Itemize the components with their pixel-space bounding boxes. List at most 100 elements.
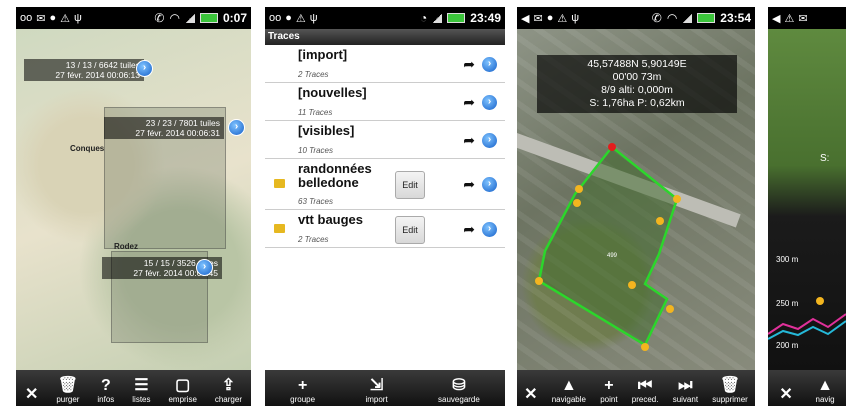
app-icon: ● (546, 12, 554, 24)
map-label-conques: Conques (70, 144, 105, 153)
plus-icon: + (297, 377, 308, 394)
mail-icon: ✉ (798, 12, 808, 25)
tile-info: 23 / 23 / 7801 tuiles 27 févr. 2014 00:0… (104, 117, 224, 139)
share-icon[interactable]: ➦ (463, 56, 475, 73)
surface-perimeter: S: 1,76ha P: 0,62km (589, 97, 685, 109)
extent-button[interactable]: ▢ emprise (168, 377, 196, 406)
status-bar: ◀ ⚠ ✉ (768, 7, 846, 29)
close-button[interactable]: ✕ (25, 386, 38, 406)
share-icon[interactable]: ➦ (463, 94, 475, 111)
wifi-icon: ◠ (169, 11, 180, 25)
share-icon[interactable]: ➦ (463, 176, 475, 193)
time-altitude: 00'00 73m (612, 71, 662, 83)
close-icon: ✕ (24, 386, 39, 403)
load-button[interactable]: ⇪ charger (215, 377, 242, 406)
folder-icon (274, 179, 285, 188)
screen-traces-list: oo ● ⚠ ψ ◔ 23:49 Traces [import] 2 Trace… (265, 7, 505, 406)
tile-detail-button[interactable]: › (136, 60, 153, 77)
vertex[interactable] (673, 195, 681, 203)
delete-button[interactable]: 🗑 supprimer (712, 377, 748, 406)
vertex[interactable] (535, 277, 543, 285)
measure-info-box: 45,57488N 5,90149E 00'00 73m 8/9 alti: 0… (537, 55, 737, 113)
add-group-button[interactable]: + groupe (290, 377, 315, 406)
screen-tile-cache: oo ✉ ● ⚠ ψ ✆ ◠ 0:07 Conques Rodez 13 / 1… (16, 7, 251, 406)
open-icon[interactable]: › (481, 220, 498, 238)
list-item[interactable]: randonnées belledone 63 Traces Edit ➦ › (265, 159, 505, 210)
alert-icon: ⚠ (784, 12, 795, 25)
open-icon[interactable]: › (481, 93, 498, 111)
add-point-button[interactable]: + point (600, 377, 617, 406)
save-icon: ⛁ (452, 377, 466, 394)
back-icon: ◀ (521, 12, 530, 25)
phone-icon: ✆ (651, 11, 662, 25)
trash-icon: 🗑 (719, 377, 741, 394)
signal-icon (432, 13, 443, 23)
close-button[interactable]: ✕ (779, 386, 792, 406)
trash-icon: 🗑 (57, 377, 79, 394)
screen-area-measure: ◀ ✉ ● ⚠ ψ ✆ ◠ 23:54 499 45,57488N 5,9014… (517, 7, 755, 406)
lists-button[interactable]: ☰ listes (132, 377, 150, 406)
status-clock: 23:54 (720, 11, 751, 25)
edit-button[interactable]: Edit (395, 171, 425, 199)
help-icon: ? (100, 377, 111, 394)
profile-view[interactable]: S: 300 m 250 m 200 m (768, 29, 846, 370)
bottom-toolbar: ✕ ▲ navig (768, 370, 846, 406)
previous-button[interactable]: ⏮ preced. (632, 377, 659, 406)
navigable-button[interactable]: ▲ navig (816, 377, 835, 406)
warning-icon: ⚠ (60, 12, 70, 25)
list-item[interactable]: vtt bauges 2 Traces Edit ➦ › (265, 210, 505, 248)
arrow-up-icon: ▲ (560, 377, 577, 394)
vertex[interactable] (816, 297, 824, 305)
vertex[interactable] (573, 199, 581, 207)
battery-icon (199, 13, 218, 23)
open-icon[interactable]: › (481, 176, 498, 193)
satellite-map-view[interactable]: 499 45,57488N 5,90149E 00'00 73m 8/9 alt… (517, 29, 755, 370)
vertex[interactable] (666, 305, 674, 313)
vertex-selected[interactable] (608, 143, 616, 151)
voicemail-icon: oo (20, 12, 33, 24)
save-button[interactable]: ⛁ sauvegarde (438, 377, 480, 406)
usb-icon: ψ (74, 12, 82, 24)
navigable-button[interactable]: ▲ navigable (552, 377, 586, 406)
usb-icon: ψ (309, 12, 318, 24)
list-icon: ☰ (134, 377, 149, 394)
elevation-graph (768, 297, 846, 340)
usb-icon: ψ (571, 12, 580, 24)
app-icon: ● (49, 12, 57, 24)
vertex[interactable] (641, 343, 649, 351)
mail-icon: ✉ (533, 12, 543, 25)
share-icon[interactable]: ➦ (463, 132, 475, 149)
status-bar: oo ● ⚠ ψ ◔ 23:49 (265, 7, 505, 29)
map-view[interactable]: Conques Rodez 13 / 13 / 6642 tuiles 27 f… (16, 29, 251, 370)
edit-button[interactable]: Edit (395, 215, 425, 244)
list-item[interactable]: [nouvelles] 11 Traces ➦ › (265, 83, 505, 121)
signal-icon (184, 13, 195, 23)
purge-button[interactable]: 🗑 purger (56, 377, 79, 406)
open-icon[interactable]: › (481, 131, 498, 149)
info-button[interactable]: ? infos (97, 377, 114, 406)
vertex[interactable] (628, 281, 636, 289)
battery-icon (447, 13, 466, 23)
frame-icon: ▢ (175, 377, 191, 394)
wifi-icon: ◠ (666, 11, 678, 25)
tile-info: 13 / 13 / 6642 tuiles 27 févr. 2014 00:0… (24, 59, 144, 81)
next-button[interactable]: ⏭ suivant (673, 377, 698, 406)
polygon-shape (537, 145, 679, 347)
vertex[interactable] (656, 217, 664, 225)
list-item[interactable]: [visibles] 10 Traces ➦ › (265, 121, 505, 159)
plus-icon: + (604, 377, 614, 394)
close-button[interactable]: ✕ (524, 386, 537, 406)
signal-icon (682, 13, 693, 23)
import-button[interactable]: ⇲ import (365, 377, 387, 406)
coordinates: 45,57488N 5,90149E (587, 58, 687, 70)
status-clock: 23:49 (470, 11, 501, 25)
back-icon: ◀ (772, 12, 781, 25)
share-icon[interactable]: ➦ (463, 221, 475, 238)
vertex[interactable] (575, 185, 583, 193)
open-icon[interactable]: › (481, 55, 498, 73)
list-item[interactable]: [import] 2 Traces ➦ › (265, 45, 505, 83)
tile-detail-button[interactable]: › (196, 259, 213, 276)
tile-detail-button[interactable]: › (228, 119, 245, 136)
phone-icon: ✆ (154, 11, 165, 25)
previous-icon: ⏮ (637, 377, 653, 394)
